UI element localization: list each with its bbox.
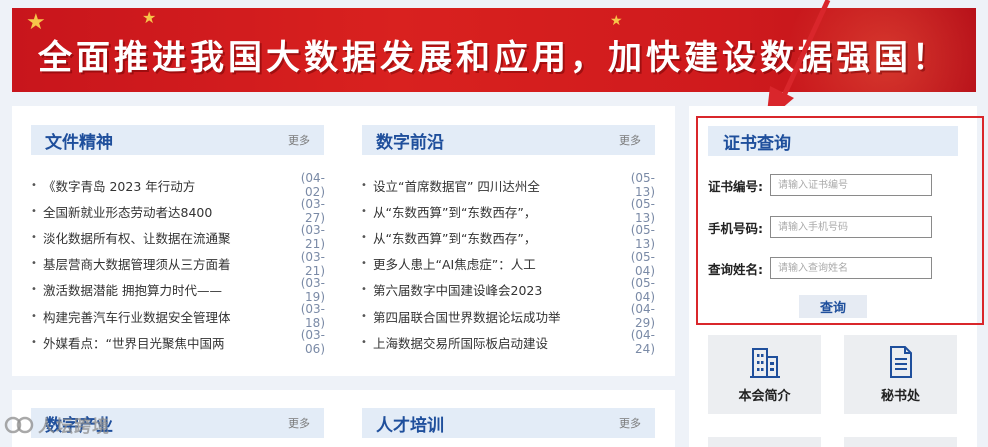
section-header-chanye: 数字产业 更多 (31, 408, 324, 438)
name-row: 查询姓名: (708, 257, 932, 279)
bullet-icon: • (361, 284, 367, 296)
bullet-icon: • (31, 179, 37, 191)
list-item[interactable]: • 构建完善汽车行业数据安全管理体 (03-18) (31, 302, 325, 330)
bullet-icon: • (361, 205, 367, 217)
star-icon: ★ (610, 13, 623, 29)
tile-label: 秘书处 (880, 389, 920, 404)
list-item[interactable]: • 基层营商大数据管理须从三方面着 (03-21) (31, 250, 325, 278)
cert-title: 证书查询 (723, 133, 791, 154)
list-item[interactable]: • 全国新就业形态劳动者达8400 (03-27) (31, 197, 325, 225)
bullet-icon: • (31, 231, 37, 243)
phone-label: 手机号码: (708, 220, 763, 236)
phone-input[interactable] (770, 216, 932, 238)
bullet-icon: • (31, 205, 37, 217)
news-list-wenjian: • 《数字青岛 2023 年行动方 (04-02) • 全国新就业形态劳动者达8400… (31, 171, 325, 356)
section-title: 数字产业 (45, 415, 113, 436)
list-item[interactable]: • 设立“首席数据官” 四川达州全 (05-13) (361, 171, 655, 199)
list-item[interactable]: • 更多人患上“AI焦虑症”：人工 (05-04) (361, 250, 655, 278)
cert-number-label: 证书编号: (708, 178, 763, 194)
document-icon (889, 346, 912, 378)
bullet-icon: • (361, 336, 367, 348)
news-panel-lower: 数字产业 更多 人才培训 更多 (12, 390, 675, 447)
section-title: 数字前沿 (376, 132, 444, 153)
list-item[interactable]: • 激活数据潜能 拥抱算力时代—— (03-19) (31, 276, 325, 304)
more-link[interactable]: 更多 (288, 132, 310, 148)
query-button[interactable]: 查询 (799, 295, 867, 318)
section-header-wenjian: 文件精神 更多 (31, 125, 324, 155)
cert-number-input[interactable] (770, 174, 932, 196)
name-input[interactable] (770, 257, 932, 279)
list-item[interactable]: • 《数字青岛 2023 年行动方 (04-02) (31, 171, 325, 199)
section-title: 文件精神 (45, 132, 113, 153)
news-panel: 文件精神 更多 • 《数字青岛 2023 年行动方 (04-02) • 全国新就业形态… (12, 106, 675, 376)
cert-number-row: 证书编号: (708, 174, 932, 196)
tile-secretariat[interactable]: 秘书处 (844, 335, 957, 414)
building-icon (749, 348, 780, 378)
bullet-icon: • (361, 179, 367, 191)
news-list-shuzi: • 设立“首席数据官” 四川达州全 (05-13) • 从“东数西算”到“东数西存”，… (361, 171, 655, 356)
bullet-icon: • (361, 231, 367, 243)
more-link[interactable]: 更多 (619, 415, 641, 431)
list-item[interactable]: • 从“东数西算”到“东数西存”， (05-13) (361, 223, 655, 251)
more-link[interactable]: 更多 (619, 132, 641, 148)
tile-about[interactable]: 本会简介 (708, 335, 821, 414)
bullet-icon: • (361, 258, 367, 270)
section-header-rencai: 人才培训 更多 (362, 408, 655, 438)
bullet-icon: • (31, 258, 37, 270)
bullet-icon: • (31, 310, 37, 322)
bullet-icon: • (31, 336, 37, 348)
star-icon: ★ (142, 8, 157, 27)
list-item[interactable]: • 从“东数西算”到“东数西存”， (05-13) (361, 197, 655, 225)
section-title: 人才培训 (376, 415, 444, 436)
bullet-icon: • (31, 284, 37, 296)
more-link[interactable]: 更多 (288, 415, 310, 431)
phone-row: 手机号码: (708, 216, 932, 238)
bullet-icon: • (361, 310, 367, 322)
list-item[interactable]: • 第六届数字中国建设峰会2023 (05-04) (361, 276, 655, 304)
name-label: 查询姓名: (708, 261, 763, 277)
tile-label: 本会简介 (738, 389, 791, 404)
section-header-shuzi: 数字前沿 更多 (362, 125, 655, 155)
tile-partial[interactable] (844, 437, 957, 447)
tile-partial[interactable] (708, 437, 821, 447)
certificate-query-box: 证书查询 证书编号: 手机号码: 查询姓名: 查询 (696, 116, 984, 325)
cert-header: 证书查询 (708, 126, 958, 156)
list-item[interactable]: • 第四届联合国世界数据论坛成功举 (04-29) (361, 302, 655, 330)
list-item[interactable]: • 上海数据交易所国际板启动建设 (04-24) (361, 328, 655, 356)
list-item[interactable]: • 外媒看点：“世界目光聚焦中国两 (03-06) (31, 328, 325, 356)
list-item[interactable]: • 淡化数据所有权、让数据在流通聚 (03-21) (31, 223, 325, 251)
